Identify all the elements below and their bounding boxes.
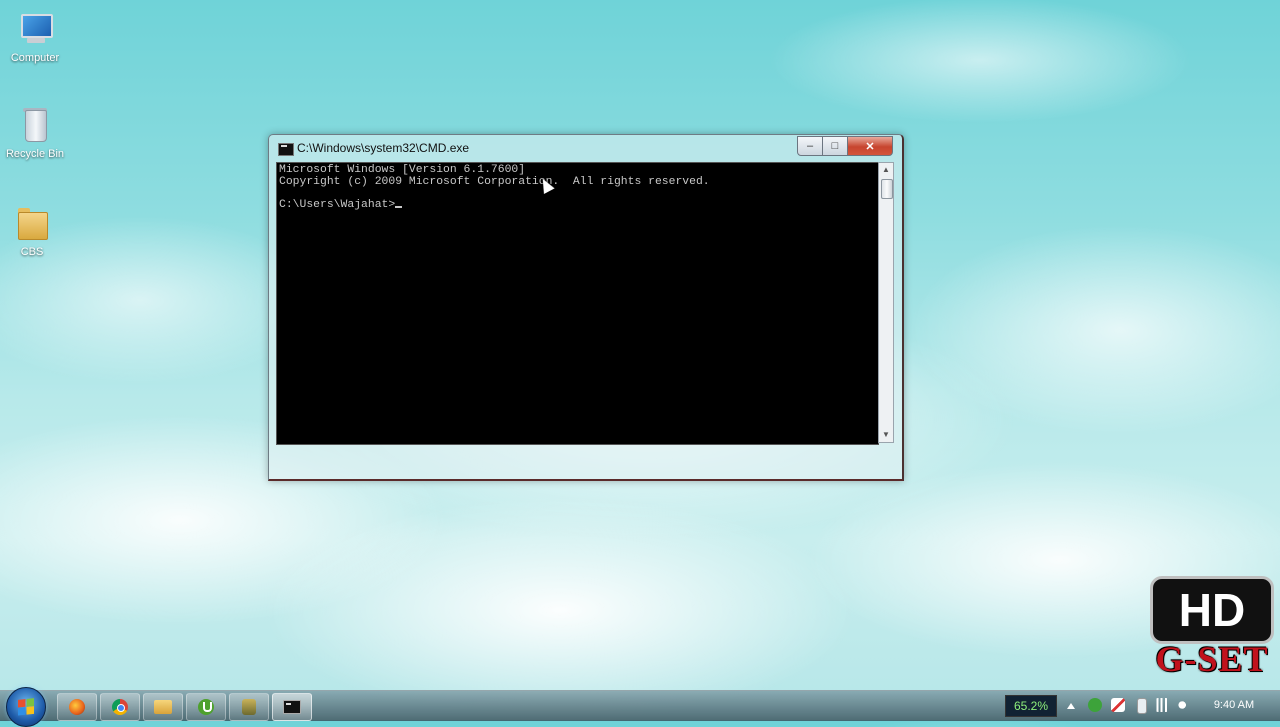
cmd-icon xyxy=(278,143,294,156)
scroll-thumb[interactable] xyxy=(881,179,893,199)
vertical-scrollbar[interactable]: ▲ ▼ xyxy=(878,162,894,443)
close-button[interactable]: ✕ xyxy=(847,136,893,156)
windows-logo-icon xyxy=(18,698,34,716)
network-status-icon[interactable] xyxy=(1088,698,1102,712)
folder-icon xyxy=(154,700,172,714)
taskbar-chrome[interactable] xyxy=(100,693,140,721)
taskbar-cmd[interactable] xyxy=(272,693,312,721)
console-line: Copyright (c) 2009 Microsoft Corporation… xyxy=(279,175,710,188)
action-center-icon[interactable] xyxy=(1111,698,1125,712)
wifi-signal-icon[interactable] xyxy=(1155,698,1169,712)
show-hidden-icons-icon[interactable] xyxy=(1067,703,1075,709)
chrome-icon xyxy=(112,699,128,715)
computer-icon xyxy=(17,12,53,48)
console-prompt: C:\Users\Wajahat> xyxy=(279,198,396,211)
recycle-bin-icon xyxy=(17,108,53,144)
console-line: Microsoft Windows [Version 6.1.7600] xyxy=(279,164,526,176)
desktop-icon-recycle-bin[interactable]: Recycle Bin xyxy=(0,108,70,160)
brand-watermark: G-SET xyxy=(1155,639,1269,679)
scroll-up-arrow-icon[interactable]: ▲ xyxy=(879,163,893,177)
cmd-window[interactable]: C:\Windows\system32\CMD.exe – □ ✕ Micros… xyxy=(268,134,904,481)
taskbar-app[interactable] xyxy=(229,693,269,721)
text-cursor xyxy=(395,205,403,208)
taskbar: 65.2% 9:40 AM xyxy=(0,687,1280,727)
minimize-button[interactable]: – xyxy=(797,136,823,156)
clock[interactable]: 9:40 AM xyxy=(1204,699,1264,711)
firefox-icon xyxy=(69,699,85,715)
cmd-icon xyxy=(283,700,301,714)
utorrent-icon xyxy=(198,699,214,715)
scroll-down-arrow-icon[interactable]: ▼ xyxy=(879,428,893,442)
folder-icon xyxy=(14,206,50,242)
desktop-icon-label: Recycle Bin xyxy=(5,148,65,160)
desktop-icon-computer[interactable]: Computer xyxy=(0,12,70,64)
console-area[interactable]: Microsoft Windows [Version 6.1.7600] Cop… xyxy=(276,162,879,445)
taskbar-utorrent[interactable] xyxy=(186,693,226,721)
hd-badge: HD xyxy=(1150,576,1274,644)
volume-icon[interactable] xyxy=(1178,698,1192,712)
desktop-icon-label: CBS xyxy=(20,246,44,258)
window-titlebar[interactable]: C:\Windows\system32\CMD.exe – □ ✕ xyxy=(269,135,902,161)
window-bottom-frame xyxy=(269,453,902,477)
battery-icon[interactable] xyxy=(1137,698,1147,714)
maximize-button[interactable]: □ xyxy=(822,136,848,156)
taskbar-explorer[interactable] xyxy=(143,693,183,721)
window-title: C:\Windows\system32\CMD.exe xyxy=(297,141,470,155)
start-button[interactable] xyxy=(6,687,46,727)
app-icon xyxy=(242,699,256,715)
taskbar-firefox[interactable] xyxy=(57,693,97,721)
battery-meter[interactable]: 65.2% xyxy=(1005,695,1057,717)
desktop-icon-cbs[interactable]: CBS xyxy=(0,206,67,258)
desktop-icon-label: Computer xyxy=(10,52,60,64)
